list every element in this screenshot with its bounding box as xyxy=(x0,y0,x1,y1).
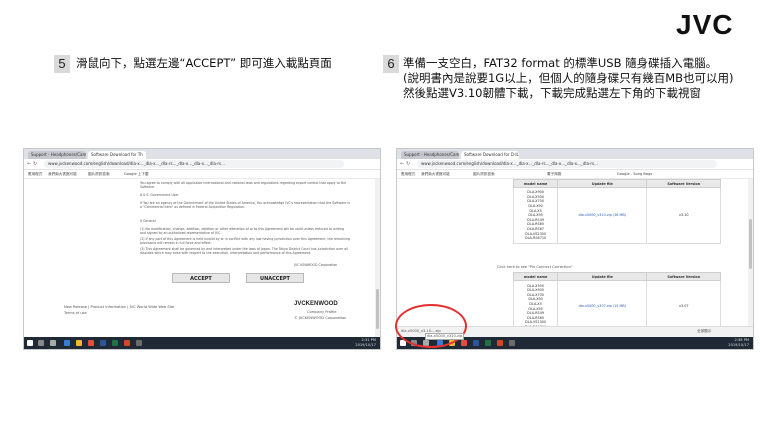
browser-tab-active[interactable]: Software Download for D-ILA xyxy=(461,151,519,159)
step-6-line-3: 然後點選V3.10韌體下載，下載完成點選左下角的下載視窗 xyxy=(403,86,701,100)
step-5-line: 滑鼠向下，點選左邊“ACCEPT” 即可進入載點頁面 xyxy=(76,56,332,70)
powerpoint-icon[interactable] xyxy=(497,340,503,346)
step-5-text: 滑鼠向下，點選左邊“ACCEPT” 即可進入載點頁面 xyxy=(76,56,366,71)
license-text-5: (3) This Agreement shall be governed by … xyxy=(140,247,348,256)
section-note-link[interactable]: Click here to see "Pin Connect Correctio… xyxy=(497,265,573,270)
scrollbar[interactable] xyxy=(748,179,753,337)
bookmarks-bar: 應用程式 我們南大書館可能 圖片資訊檢索 電子商務 Google - Song … xyxy=(397,170,753,179)
license-text-2: If You are an agency of the Government o… xyxy=(140,201,350,210)
license-text-1: You agree to comply with all applicable … xyxy=(140,181,347,190)
copyright: © JVCKENWOOD Corporation xyxy=(294,316,347,320)
bookmark[interactable]: 圖片資訊檢索 xyxy=(88,171,110,177)
license-signature: JVC KENWOOD Corporation xyxy=(294,263,338,267)
address-bar[interactable]: www.jvckenwood.com/english/download/dla-… xyxy=(44,160,344,168)
license-heading-9: 9 General xyxy=(140,219,156,223)
column-header: Software Version xyxy=(646,179,721,188)
footer-link[interactable]: Product Information xyxy=(91,305,127,309)
browser-tab[interactable]: Support - Headphones/Cam xyxy=(28,151,86,159)
edge-icon[interactable] xyxy=(64,340,70,346)
step-6-number: 6 xyxy=(383,55,399,73)
chrome-icon[interactable] xyxy=(461,340,467,346)
column-header: Update file xyxy=(557,179,648,188)
bookmark[interactable]: 應用程式 xyxy=(28,171,42,177)
browser-tab[interactable]: Support - Headphones/Cam xyxy=(401,151,459,159)
task-view-icon[interactable] xyxy=(50,340,56,346)
step-5-number: 5 xyxy=(54,55,70,73)
column-header: Software Version xyxy=(646,272,721,281)
powerpoint-icon[interactable] xyxy=(124,340,130,346)
refresh-icon[interactable]: ↻ xyxy=(33,161,37,167)
column-header: model name xyxy=(512,179,559,188)
bookmark[interactable]: 圖片資訊檢索 xyxy=(473,171,495,177)
app-icon[interactable] xyxy=(509,340,515,346)
page-content: You agree to comply with all applicable … xyxy=(24,179,380,337)
word-icon[interactable] xyxy=(100,340,106,346)
firmware-table-top: model name Update file Software Version … xyxy=(512,179,721,244)
update-file-link[interactable]: dla-x5000_v307.zip (15 MB) xyxy=(557,280,648,333)
address-bar[interactable]: www.jvckenwood.com/english/download/dla-… xyxy=(417,160,717,168)
bookmark[interactable]: 應用程式 xyxy=(401,171,415,177)
bookmark[interactable]: Google 上下載 xyxy=(124,171,149,177)
column-header: model name xyxy=(512,272,559,281)
bookmark[interactable]: 電子商務 xyxy=(547,171,561,177)
scrollbar-thumb[interactable] xyxy=(376,289,379,329)
excel-icon[interactable] xyxy=(112,340,118,346)
company-profile-link[interactable]: Company Profile xyxy=(307,310,336,315)
search-icon[interactable] xyxy=(38,340,44,346)
word-icon[interactable] xyxy=(473,340,479,346)
clock-date: 2019/10/17 xyxy=(728,343,749,347)
license-text-4: (2) If any part of this Agreement is hel… xyxy=(140,237,350,246)
footer-link[interactable]: New Release xyxy=(64,305,87,309)
taskbar-clock: 2:31 PM 2019/10/17 xyxy=(355,338,376,348)
bookmarks-bar: 應用程式 我們南大書館可能 圖片資訊檢索 Google 上下載 xyxy=(24,170,380,179)
footer-link[interactable]: Terms of use xyxy=(64,311,87,316)
app-icon[interactable] xyxy=(136,340,142,346)
step-6-text: 準備一支空白，FAT32 format 的標準USB 隨身碟插入電腦。 (說明書… xyxy=(403,56,758,101)
model-list: DLA-X900 DLA-X500 DLA-X700 DLA-X90 DLA-X… xyxy=(512,187,559,244)
windows-start-icon[interactable] xyxy=(27,340,33,346)
license-heading-8: 8 U.S. Government User xyxy=(140,193,179,197)
software-version: v3.10 xyxy=(646,187,721,244)
browser-nav-bar: ← ↻ www.jvckenwood.com/english/download/… xyxy=(397,159,753,170)
chrome-icon[interactable] xyxy=(88,340,94,346)
refresh-icon[interactable]: ↻ xyxy=(406,161,410,167)
footer-links: New Release | Product Information | JVC … xyxy=(64,305,175,309)
accept-button[interactable]: ACCEPT xyxy=(172,273,230,283)
scrollbar-thumb[interactable] xyxy=(749,219,752,269)
browser-tab-active[interactable]: Software Download for Th xyxy=(88,151,146,159)
browser-tab-bar: Support - Headphones/Cam Software Downlo… xyxy=(397,149,753,159)
browser-tab-bar: Support - Headphones/Cam Software Downlo… xyxy=(24,149,380,159)
step-6-line-1: 準備一支空白，FAT32 format 的標準USB 隨身碟插入電腦。 xyxy=(403,56,718,70)
taskbar-clock: 2:38 PM 2019/10/17 xyxy=(728,338,749,348)
footer-link[interactable]: JVC World Wide Web Site xyxy=(130,305,175,309)
firmware-table-bottom: model name Update file Software Version … xyxy=(512,272,721,333)
browser-nav-bar: ← ↻ www.jvckenwood.com/english/download/… xyxy=(24,159,380,170)
scrollbar[interactable] xyxy=(375,179,380,337)
back-icon[interactable]: ← xyxy=(400,161,404,167)
software-version: v3.07 xyxy=(646,280,721,333)
bookmark[interactable]: 我們南大書館可能 xyxy=(421,171,450,177)
clock-date: 2019/10/17 xyxy=(355,343,376,347)
bookmark[interactable]: 我們南大書館可能 xyxy=(48,171,77,177)
excel-icon[interactable] xyxy=(485,340,491,346)
bookmark[interactable]: Google - Song Bags xyxy=(617,171,652,177)
model-name: DLA-RS6710 xyxy=(524,236,547,241)
windows-taskbar: 2:31 PM 2019/10/17 xyxy=(24,337,380,349)
left-screenshot: Support - Headphones/Cam Software Downlo… xyxy=(23,148,381,350)
update-file-link[interactable]: dla-x5000_v310.zip (16 MB) xyxy=(557,187,648,244)
download-tooltip: dla-x5000_v310.zip xyxy=(425,333,465,340)
license-text-3: (1) No modification, change, addition, d… xyxy=(140,227,345,236)
folder-icon[interactable] xyxy=(76,340,82,346)
show-all-downloads-link[interactable]: 全部顯示 xyxy=(697,329,711,334)
back-icon[interactable]: ← xyxy=(27,161,31,167)
model-list: DLA-X500 DLA-X900 DLA-X700 DLA-X90 DLA-X… xyxy=(512,280,559,333)
jvc-logo: JVC xyxy=(676,9,734,40)
column-header: Update file xyxy=(557,272,648,281)
unaccept-button[interactable]: UNACCEPT xyxy=(246,273,304,283)
step-6-line-2: (說明書內是說要1G以上，但個人的隨身碟只有幾百MB也可以用) xyxy=(403,71,734,85)
highlight-circle xyxy=(395,304,467,348)
jvckenwood-brand: JVCKENWOOD xyxy=(294,301,338,307)
